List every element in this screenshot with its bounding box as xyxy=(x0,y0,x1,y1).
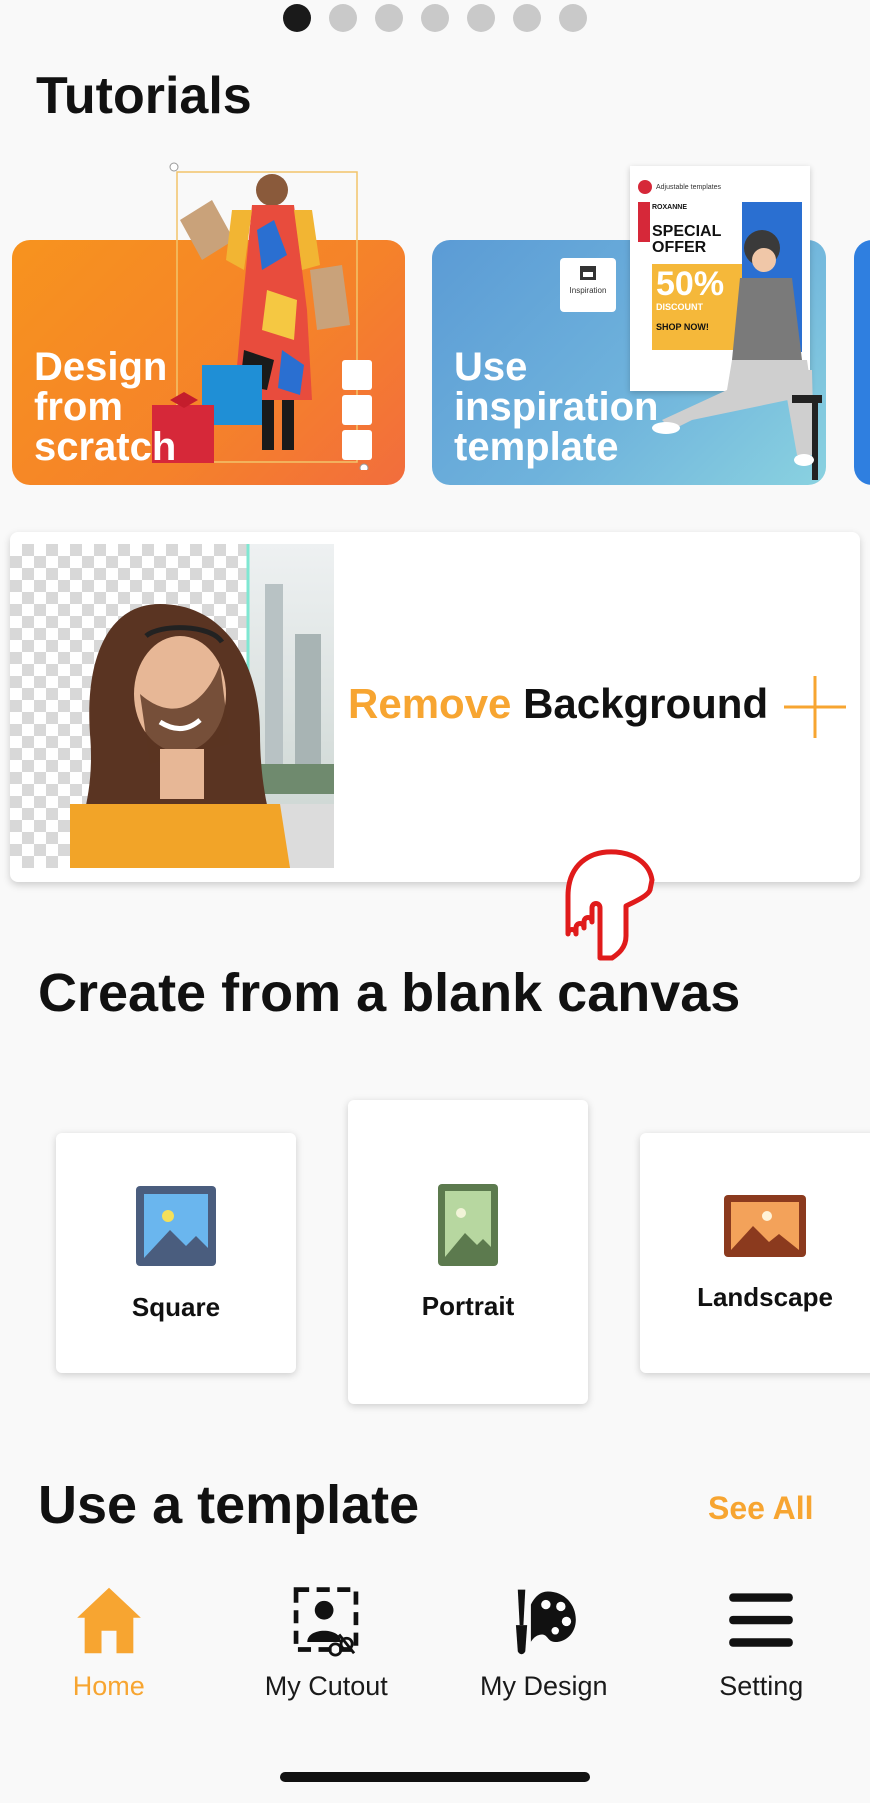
remove-background-preview xyxy=(10,544,334,868)
model-illustration xyxy=(652,230,822,480)
menu-icon xyxy=(729,1593,794,1647)
tutorials-title: Tutorials xyxy=(36,67,252,125)
templates-title: Use a template xyxy=(38,1475,420,1535)
tutorial-card-inspiration-template[interactable]: Inspiration Adjustable templates ROXANNE… xyxy=(432,166,826,485)
tutorial-card-label: Design from scratch xyxy=(34,345,177,469)
page-dot[interactable] xyxy=(559,4,587,32)
page-dot[interactable] xyxy=(513,4,541,32)
remove-background-card[interactable]: Remove Background xyxy=(10,532,860,882)
page-indicator xyxy=(0,4,870,32)
page-dot[interactable] xyxy=(467,4,495,32)
nav-label: Setting xyxy=(719,1671,804,1701)
nav-label: Home xyxy=(72,1671,145,1701)
cutout-icon xyxy=(293,1587,359,1657)
tutorial-card-next[interactable] xyxy=(854,240,870,485)
nav-item-my-design[interactable]: My Design xyxy=(435,1562,653,1702)
plus-icon[interactable] xyxy=(780,672,850,742)
image-icon xyxy=(438,1183,498,1266)
canvas-option-landscape[interactable]: Landscape xyxy=(640,1133,870,1373)
pointing-hand-icon xyxy=(565,849,655,961)
nav-item-home[interactable]: Home xyxy=(0,1562,218,1702)
page-dot[interactable] xyxy=(421,4,449,32)
remove-background-accent: Remove xyxy=(348,680,512,727)
canvas-option-square[interactable]: Square xyxy=(56,1133,296,1373)
tutorial-card-label: Use inspiration template xyxy=(454,345,659,469)
see-all-link[interactable]: See All xyxy=(708,1490,814,1527)
nav-item-my-cutout[interactable]: My Cutout xyxy=(218,1562,436,1702)
blank-canvas-title: Create from a blank canvas xyxy=(38,963,741,1023)
palette-icon xyxy=(515,1589,576,1655)
page-dot[interactable] xyxy=(329,4,357,32)
remove-background-title: Remove Background xyxy=(348,680,768,728)
canvas-option-label: Square xyxy=(131,1291,221,1322)
nav-label: My Cutout xyxy=(264,1671,388,1701)
bottom-navigation: Home My Cutout My Design Setting xyxy=(0,1562,870,1702)
nav-item-setting[interactable]: Setting xyxy=(653,1562,870,1702)
image-icon xyxy=(724,1194,806,1257)
tutorial-card-design-from-scratch[interactable]: Design from scratch xyxy=(12,162,405,485)
canvas-option-portrait[interactable]: Portrait xyxy=(348,1100,588,1404)
inspiration-chip: Inspiration xyxy=(560,258,616,312)
page-dot[interactable] xyxy=(283,4,311,32)
page-dot[interactable] xyxy=(375,4,403,32)
image-icon xyxy=(136,1185,216,1266)
canvas-option-label: Landscape xyxy=(697,1281,833,1312)
nav-label: My Design xyxy=(479,1671,608,1701)
canvas-option-label: Portrait xyxy=(421,1290,515,1321)
remove-background-rest: Background xyxy=(523,680,769,727)
home-icon xyxy=(76,1587,141,1654)
home-indicator[interactable] xyxy=(280,1772,590,1782)
